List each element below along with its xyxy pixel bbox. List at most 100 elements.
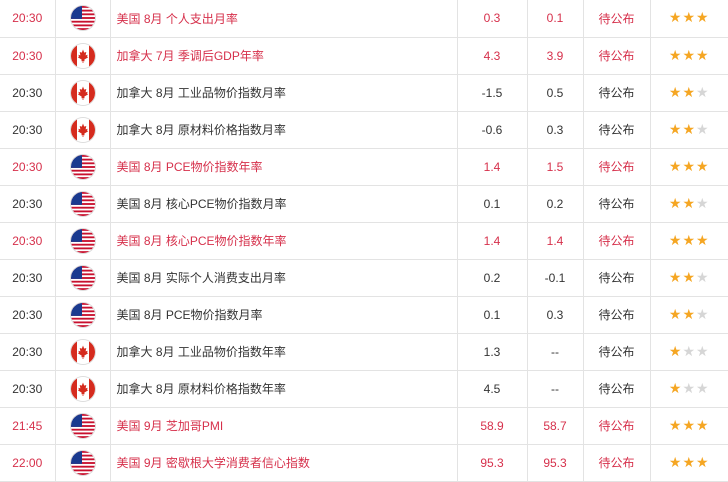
table-row[interactable]: 20:30 加拿大 7月 季调后GDP年率 4.3 3.9 待公布 ★★★ (0, 37, 728, 75)
actual-cell: 95.3 (457, 444, 528, 482)
us-flag-icon (70, 265, 95, 290)
flag-cell (55, 444, 111, 482)
star-filled-icon: ★ (682, 454, 697, 471)
actual-cell: 58.9 (457, 407, 528, 445)
event-name: 美国 9月 密歇根大学消费者信心指数 (116, 456, 310, 470)
importance-cell: ★★★ (650, 370, 728, 408)
actual-value: -1.5 (481, 85, 503, 100)
table-row[interactable]: 21:45 美国 9月 芝加哥PMI 58.9 58.7 待公布 ★★★ (0, 407, 728, 445)
table-row[interactable]: 20:30 美国 8月 个人支出月率 0.3 0.1 待公布 ★★★ (0, 0, 728, 38)
ca-flag-icon (70, 339, 95, 364)
flag-cell (55, 111, 111, 149)
event-cell: 加拿大 8月 原材料价格指数年率 (110, 370, 458, 408)
importance-cell: ★★★ (650, 0, 728, 38)
status-text: 待公布 (598, 197, 635, 211)
ca-flag-icon (70, 376, 95, 401)
event-cell: 美国 8月 PCE物价指数月率 (110, 296, 458, 334)
ca-flag-icon (70, 43, 95, 68)
table-row[interactable]: 20:30 美国 8月 PCE物价指数月率 0.1 0.3 待公布 ★★★ (0, 296, 728, 334)
us-flag-icon (70, 154, 95, 179)
event-name: 美国 8月 核心PCE物价指数年率 (116, 234, 287, 248)
table-row[interactable]: 20:30 加拿大 8月 工业品物价指数年率 1.3 -- 待公布 ★★★ (0, 333, 728, 371)
table-row[interactable]: 20:30 加拿大 8月 工业品物价指数月率 -1.5 0.5 待公布 ★★★ (0, 74, 728, 112)
table-row[interactable]: 20:30 美国 8月 实际个人消费支出月率 0.2 -0.1 待公布 ★★★ (0, 259, 728, 297)
time-cell: 21:45 (0, 407, 56, 445)
event-cell: 美国 9月 密歇根大学消费者信心指数 (110, 444, 458, 482)
star-filled-icon: ★ (668, 10, 683, 27)
event-cell: 加拿大 8月 原材料价格指数月率 (110, 111, 458, 149)
table-row[interactable]: 20:30 美国 8月 核心PCE物价指数年率 1.4 1.4 待公布 ★★★ (0, 222, 728, 260)
flag-cell (55, 407, 111, 445)
release-time: 20:30 (12, 11, 43, 26)
ca-flag-icon (70, 117, 95, 142)
star-filled-icon: ★ (696, 47, 710, 64)
actual-value: 0.1 (483, 307, 501, 322)
event-name: 美国 8月 实际个人消费支出月率 (116, 271, 286, 285)
status-text: 待公布 (598, 11, 635, 26)
importance-rating: ★★★ (669, 233, 710, 249)
status-text: 待公布 (598, 86, 635, 100)
actual-value: 1.4 (483, 159, 501, 174)
importance-rating: ★★★ (669, 85, 710, 101)
star-empty-icon: ★ (696, 306, 710, 323)
release-time: 20:30 (12, 270, 43, 285)
table-row[interactable]: 20:30 加拿大 8月 原材料价格指数年率 4.5 -- 待公布 ★★★ (0, 370, 728, 408)
table-row[interactable]: 20:30 加拿大 8月 原材料价格指数月率 -0.6 0.3 待公布 ★★★ (0, 111, 728, 149)
release-time: 22:00 (12, 455, 43, 470)
forecast-value: 58.7 (543, 418, 567, 433)
star-filled-icon: ★ (668, 158, 683, 175)
release-time: 21:45 (12, 418, 43, 433)
flag-cell (55, 0, 111, 38)
time-cell: 20:30 (0, 0, 56, 38)
release-time: 20:30 (12, 48, 43, 63)
actual-value: 1.4 (483, 233, 501, 248)
status-cell: 待公布 (583, 148, 651, 186)
importance-rating: ★★★ (669, 196, 710, 212)
table-row[interactable]: 20:30 美国 8月 PCE物价指数年率 1.4 1.5 待公布 ★★★ (0, 148, 728, 186)
actual-cell: 0.1 (457, 296, 528, 334)
actual-cell: -1.5 (457, 74, 528, 112)
flag-cell (55, 37, 111, 75)
status-cell: 待公布 (583, 296, 651, 334)
table-row[interactable]: 22:00 美国 9月 密歇根大学消费者信心指数 95.3 95.3 待公布 ★… (0, 444, 728, 482)
release-time: 20:30 (12, 122, 43, 137)
star-filled-icon: ★ (682, 84, 697, 101)
event-cell: 美国 8月 核心PCE物价指数年率 (110, 222, 458, 260)
star-filled-icon: ★ (668, 306, 683, 323)
importance-rating: ★★★ (669, 159, 710, 175)
us-flag-icon (70, 191, 95, 216)
status-cell: 待公布 (583, 0, 651, 38)
actual-value: 0.2 (483, 270, 501, 285)
event-name: 美国 8月 PCE物价指数月率 (116, 308, 263, 322)
importance-cell: ★★★ (650, 407, 728, 445)
importance-cell: ★★★ (650, 296, 728, 334)
release-time: 20:30 (12, 196, 43, 211)
forecast-cell: 1.4 (527, 222, 584, 260)
table-row[interactable]: 20:30 美国 8月 核心PCE物价指数月率 0.1 0.2 待公布 ★★★ (0, 185, 728, 223)
event-cell: 加拿大 7月 季调后GDP年率 (110, 37, 458, 75)
star-filled-icon: ★ (682, 232, 697, 249)
star-filled-icon: ★ (668, 232, 683, 249)
status-text: 待公布 (598, 271, 635, 285)
actual-cell: 4.3 (457, 37, 528, 75)
actual-value: -0.6 (481, 122, 503, 137)
time-cell: 20:30 (0, 222, 56, 260)
forecast-value: 0.2 (546, 196, 564, 211)
forecast-cell: 0.2 (527, 185, 584, 223)
status-text: 待公布 (598, 456, 635, 470)
status-text: 待公布 (598, 308, 635, 322)
flag-cell (55, 148, 111, 186)
actual-cell: 0.2 (457, 259, 528, 297)
forecast-cell: -- (527, 333, 584, 371)
ca-flag-icon (70, 80, 95, 105)
flag-cell (55, 296, 111, 334)
actual-value: 4.3 (483, 48, 501, 63)
forecast-cell: 3.9 (527, 37, 584, 75)
us-flag-icon (70, 302, 95, 327)
importance-rating: ★★★ (669, 455, 710, 471)
flag-cell (55, 259, 111, 297)
actual-value: 0.1 (483, 196, 501, 211)
importance-cell: ★★★ (650, 333, 728, 371)
star-filled-icon: ★ (668, 417, 683, 434)
status-cell: 待公布 (583, 37, 651, 75)
